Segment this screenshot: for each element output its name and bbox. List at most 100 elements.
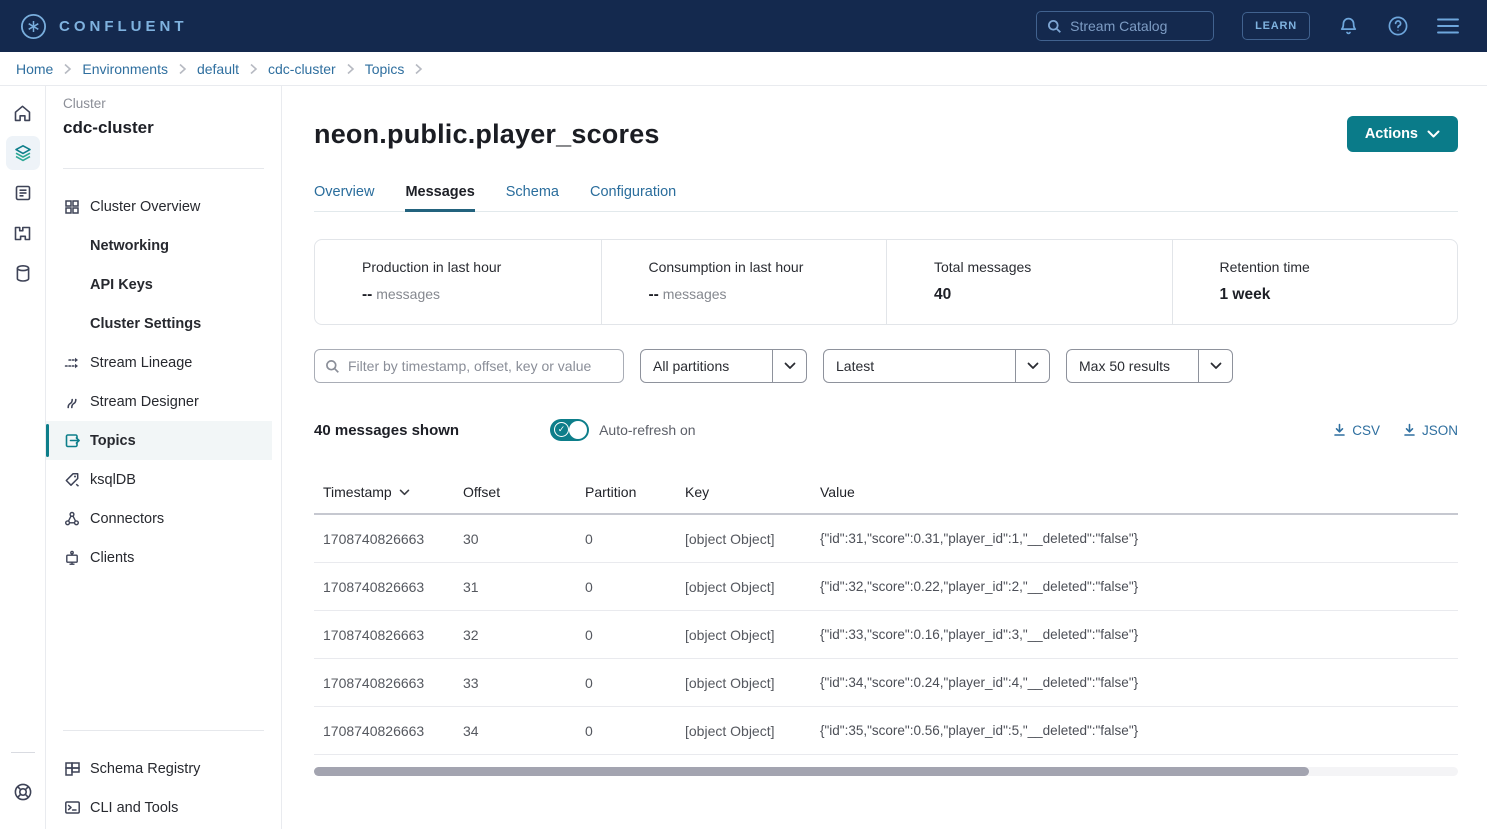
sidebar-divider bbox=[63, 730, 264, 731]
sidebar-item-label: CLI and Tools bbox=[90, 800, 178, 816]
offset-order-select[interactable]: Latest bbox=[823, 349, 1050, 383]
breadcrumb-default[interactable]: default bbox=[197, 61, 239, 77]
sidebar-item-cluster-settings[interactable]: Cluster Settings bbox=[46, 304, 281, 343]
cell-key: [object Object] bbox=[676, 659, 811, 706]
sidebar-item-schema-registry[interactable]: Schema Registry bbox=[46, 749, 281, 788]
table-row[interactable]: 1708740826663 31 0 [object Object] {"id"… bbox=[314, 563, 1458, 611]
sidebar-item-cli-and-tools[interactable]: CLI and Tools bbox=[46, 788, 281, 827]
cell-timestamp: 1708740826663 bbox=[314, 611, 454, 658]
cell-timestamp: 1708740826663 bbox=[314, 515, 454, 562]
lineage-icon bbox=[63, 354, 81, 372]
stream-catalog-search[interactable]: Stream Catalog bbox=[1036, 11, 1214, 41]
sidebar-item-api-keys[interactable]: API Keys bbox=[46, 265, 281, 304]
tab-messages[interactable]: Messages bbox=[405, 184, 474, 211]
sidebar-divider bbox=[63, 168, 264, 169]
cell-key: [object Object] bbox=[676, 563, 811, 610]
environments-layers-icon[interactable] bbox=[6, 136, 40, 170]
tab-schema[interactable]: Schema bbox=[506, 184, 559, 211]
table-row[interactable]: 1708740826663 30 0 [object Object] {"id"… bbox=[314, 515, 1458, 563]
support-lifering-icon[interactable] bbox=[6, 775, 40, 809]
search-placeholder: Stream Catalog bbox=[1070, 18, 1167, 34]
stat-suffix: messages bbox=[372, 286, 440, 302]
result-limit-select[interactable]: Max 50 results bbox=[1066, 349, 1233, 383]
stream-map-icon[interactable] bbox=[6, 216, 40, 250]
sidebar-item-label: Connectors bbox=[90, 511, 164, 527]
tab-configuration[interactable]: Configuration bbox=[590, 184, 676, 211]
column-key: Key bbox=[676, 468, 811, 513]
cell-timestamp: 1708740826663 bbox=[314, 563, 454, 610]
cell-value: {"id":33,"score":0.16,"player_id":3,"__d… bbox=[811, 611, 1458, 658]
download-json-link[interactable]: JSON bbox=[1403, 423, 1458, 438]
page-title: neon.public.player_scores bbox=[314, 119, 660, 150]
messages-toolbar: 40 messages shown ✓ Auto-refresh on CSV bbox=[314, 419, 1458, 441]
stat-suffix: messages bbox=[659, 286, 727, 302]
help-icon[interactable] bbox=[1387, 15, 1409, 37]
sidebar-item-label: Clients bbox=[90, 550, 134, 566]
cell-key: [object Object] bbox=[676, 611, 811, 658]
sidebar-item-networking[interactable]: Networking bbox=[46, 226, 281, 265]
messages-table: Timestamp Offset Partition Key Value 170… bbox=[314, 468, 1458, 755]
cell-value: {"id":34,"score":0.24,"player_id":4,"__d… bbox=[811, 659, 1458, 706]
main-content: neon.public.player_scores Actions Overvi… bbox=[282, 86, 1487, 829]
sidebar-item-clients[interactable]: Clients bbox=[46, 538, 281, 577]
sidebar-item-label: Stream Designer bbox=[90, 394, 199, 410]
sidebar-item-cluster-overview[interactable]: Cluster Overview bbox=[46, 187, 281, 226]
cell-offset: 34 bbox=[454, 707, 576, 754]
notes-document-icon[interactable] bbox=[6, 176, 40, 210]
table-row[interactable]: 1708740826663 34 0 [object Object] {"id"… bbox=[314, 707, 1458, 755]
home-icon[interactable] bbox=[6, 96, 40, 130]
sidebar-item-label: Cluster Overview bbox=[90, 199, 200, 215]
top-navbar: CONFLUENT Stream Catalog LEARN bbox=[0, 0, 1487, 52]
sidebar-item-label: Schema Registry bbox=[90, 761, 200, 777]
chevron-down-icon bbox=[1427, 130, 1440, 138]
hamburger-menu-icon[interactable] bbox=[1437, 18, 1459, 34]
stat-value: 40 bbox=[934, 286, 951, 303]
message-filter-input[interactable] bbox=[348, 358, 613, 374]
horizontal-scrollbar-thumb[interactable] bbox=[314, 767, 1309, 776]
horizontal-scrollbar[interactable] bbox=[314, 767, 1458, 776]
table-row[interactable]: 1708740826663 32 0 [object Object] {"id"… bbox=[314, 611, 1458, 659]
column-value: Value bbox=[811, 468, 1458, 513]
chevron-right-icon bbox=[346, 63, 355, 75]
check-icon: ✓ bbox=[554, 422, 569, 437]
stat-total-messages: Total messages 40 bbox=[886, 240, 1172, 324]
sort-chevron-down-icon[interactable] bbox=[399, 489, 410, 496]
breadcrumb-cdc-cluster[interactable]: cdc-cluster bbox=[268, 61, 336, 77]
learn-button[interactable]: LEARN bbox=[1242, 12, 1310, 40]
notifications-bell-icon[interactable] bbox=[1338, 16, 1359, 37]
sidebar-item-label: ksqlDB bbox=[90, 472, 136, 488]
cluster-sidebar: Cluster cdc-cluster Cluster Overview Net… bbox=[46, 86, 282, 829]
table-row[interactable]: 1708740826663 33 0 [object Object] {"id"… bbox=[314, 659, 1458, 707]
cell-timestamp: 1708740826663 bbox=[314, 707, 454, 754]
sidebar-item-label: Topics bbox=[90, 433, 136, 449]
connectors-icon bbox=[63, 510, 81, 528]
sidebar-item-connectors[interactable]: Connectors bbox=[46, 499, 281, 538]
sidebar-item-ksqldb[interactable]: ksqlDB bbox=[46, 460, 281, 499]
stat-retention-time: Retention time 1 week bbox=[1172, 240, 1458, 324]
actions-button[interactable]: Actions bbox=[1347, 116, 1458, 152]
tab-overview[interactable]: Overview bbox=[314, 184, 374, 211]
cell-offset: 31 bbox=[454, 563, 576, 610]
cluster-label: Cluster bbox=[46, 96, 281, 111]
cell-offset: 33 bbox=[454, 659, 576, 706]
message-filter-search[interactable] bbox=[314, 349, 624, 383]
confluent-brand[interactable]: CONFLUENT bbox=[20, 13, 188, 40]
sidebar-item-stream-designer[interactable]: Stream Designer bbox=[46, 382, 281, 421]
messages-count: 40 messages shown bbox=[314, 422, 459, 439]
grid-icon bbox=[63, 198, 81, 216]
chevron-right-icon bbox=[249, 63, 258, 75]
auto-refresh-toggle[interactable]: ✓ bbox=[550, 419, 589, 441]
column-partition: Partition bbox=[576, 468, 676, 513]
sidebar-item-label: Networking bbox=[90, 238, 169, 254]
sidebar-item-topics[interactable]: Topics bbox=[46, 421, 272, 460]
column-offset: Offset bbox=[454, 468, 576, 513]
topic-tabs: Overview Messages Schema Configuration bbox=[314, 184, 1458, 212]
partition-select[interactable]: All partitions bbox=[640, 349, 807, 383]
breadcrumb-home[interactable]: Home bbox=[16, 61, 53, 77]
breadcrumb-environments[interactable]: Environments bbox=[82, 61, 168, 77]
sidebar-item-stream-lineage[interactable]: Stream Lineage bbox=[46, 343, 281, 382]
download-csv-link[interactable]: CSV bbox=[1333, 423, 1380, 438]
breadcrumb-topics[interactable]: Topics bbox=[365, 61, 405, 77]
database-icon[interactable] bbox=[6, 256, 40, 290]
cluster-menu: Cluster Overview Networking API Keys Clu… bbox=[46, 187, 281, 577]
